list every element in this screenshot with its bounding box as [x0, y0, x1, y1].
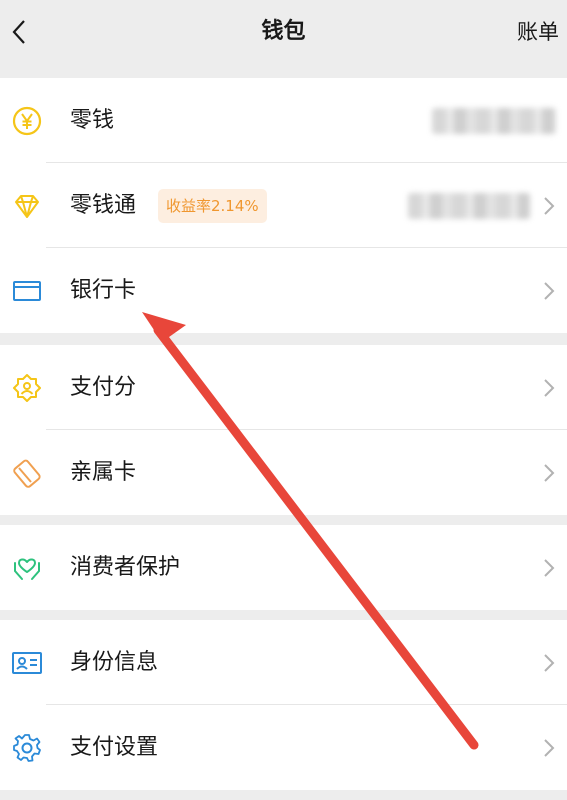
list-item-change[interactable]: 零钱 [0, 78, 567, 163]
list-item-consumer-protection[interactable]: 消费者保护 [0, 525, 567, 610]
list-item-label: 消费者保护 [70, 555, 181, 580]
chevron-right-icon [543, 378, 555, 398]
list-item-identity-info[interactable]: 身份信息 [0, 620, 567, 705]
family-card-icon [12, 458, 42, 488]
wallet-group-balance: 零钱 零钱通 银行卡 [0, 78, 567, 333]
list-item-payment-settings[interactable]: 支付设置 [0, 705, 567, 790]
list-item-label: 零钱 [70, 108, 115, 133]
consumer-protection-icon [12, 553, 42, 583]
list-item-pay-score[interactable]: 支付分 [0, 345, 567, 430]
pay-score-icon [12, 373, 42, 403]
wallet-group-protection: 消费者保护 [0, 525, 567, 610]
redacted-balance [408, 193, 530, 219]
list-item-label: 支付分 [70, 375, 137, 400]
wallet-group-credit: 支付分 亲属卡 [0, 345, 567, 515]
chevron-right-icon [543, 558, 555, 578]
chevron-right-icon [543, 653, 555, 673]
nav-header: 钱包 账单 [0, 0, 567, 68]
list-item-label: 银行卡 [70, 278, 137, 303]
wallet-group-settings: 身份信息 支付设置 [0, 620, 567, 790]
list-item-family-card[interactable]: 亲属卡 [0, 430, 567, 515]
list-item-label: 亲属卡 [70, 460, 137, 485]
list-item-label: 支付设置 [70, 735, 159, 760]
chevron-right-icon [543, 196, 555, 216]
redacted-balance [432, 108, 556, 134]
diamond-icon [12, 191, 42, 221]
chevron-right-icon [543, 281, 555, 301]
list-item-lingqiantong[interactable]: 零钱通 [0, 163, 567, 248]
bill-button[interactable]: 账单 [517, 14, 559, 50]
bank-card-icon [12, 276, 42, 306]
yield-rate-badge: 收益率2.14% [158, 189, 267, 223]
page-title: 钱包 [261, 19, 306, 44]
chevron-right-icon [543, 738, 555, 758]
settings-gear-icon [12, 733, 42, 763]
list-item-label: 零钱通 [70, 193, 137, 218]
id-card-icon [12, 648, 42, 678]
chevron-right-icon [543, 463, 555, 483]
list-item-bank-card[interactable]: 银行卡 [0, 248, 567, 333]
list-item-label: 身份信息 [70, 650, 159, 675]
yen-coin-icon [12, 106, 42, 136]
